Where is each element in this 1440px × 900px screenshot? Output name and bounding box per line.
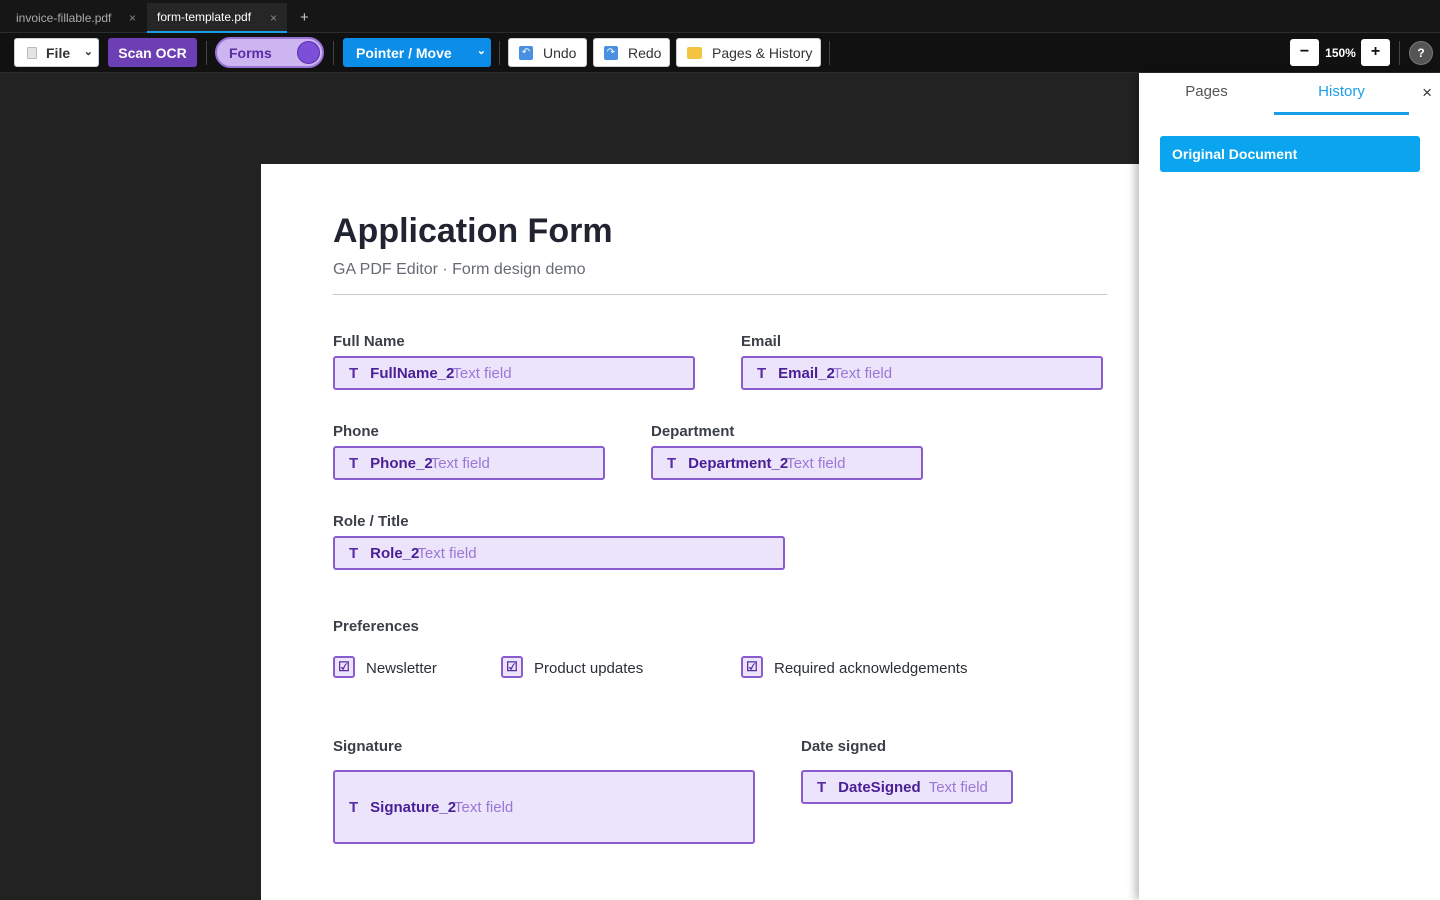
close-icon[interactable]: × <box>270 11 277 25</box>
text-field-icon: T <box>817 778 827 796</box>
toolbar-divider <box>499 41 500 65</box>
history-item[interactable]: Original Document <box>1160 136 1420 172</box>
chevron-down-icon: ⌄ <box>476 45 486 57</box>
pages-history-button[interactable]: Pages & History <box>676 38 821 67</box>
tool-mode-label: Pointer / Move <box>356 44 452 61</box>
toolbar-divider <box>1399 41 1400 65</box>
form-field-full-name[interactable]: T FullName_2 Text field <box>333 356 695 390</box>
redo-button[interactable]: ↷ Redo <box>593 38 670 67</box>
tab-history[interactable]: History <box>1274 73 1409 115</box>
section-heading-preferences: Preferences <box>333 618 419 635</box>
field-label-email: Email <box>741 333 782 350</box>
text-field-icon: T <box>349 454 359 472</box>
toolbar-divider <box>829 41 830 65</box>
field-name: Signature_2 <box>370 798 457 816</box>
undo-label: Undo <box>543 44 577 61</box>
tab-invoice-fillable[interactable]: invoice-fillable.pdf × <box>0 3 146 33</box>
folder-icon <box>687 46 702 59</box>
field-placeholder: Text field <box>452 364 512 382</box>
scan-ocr-button[interactable]: Scan OCR <box>108 38 197 67</box>
toolbar-divider <box>333 41 334 65</box>
file-label: File <box>46 44 71 61</box>
tool-mode-select[interactable]: Pointer / Move ⌄ <box>343 38 491 67</box>
redo-icon: ↷ <box>604 45 618 60</box>
toggle-knob <box>297 41 320 64</box>
form-field-email[interactable]: T Email_2 Text field <box>741 356 1103 390</box>
field-name: DateSigned <box>838 778 921 796</box>
field-name: Phone_2 <box>370 454 433 472</box>
form-field-signature[interactable]: T Signature_2 Text field <box>333 770 755 844</box>
field-placeholder: Text field <box>454 798 514 816</box>
undo-icon: ↶ <box>519 45 533 60</box>
field-name: Department_2 <box>688 454 789 472</box>
zoom-out-button[interactable]: − <box>1290 39 1319 66</box>
page-subtitle: GA PDF Editor · Form design demo <box>333 261 586 278</box>
undo-button[interactable]: ↶ Undo <box>508 38 587 67</box>
close-icon[interactable]: × <box>129 11 136 25</box>
divider <box>333 294 1107 295</box>
checkbox-newsletter[interactable]: ☑ <box>333 656 355 678</box>
field-placeholder: Text field <box>786 454 846 472</box>
field-label-role: Role / Title <box>333 513 409 530</box>
zoom-level: 150% <box>1325 46 1356 60</box>
field-label-phone: Phone <box>333 423 379 440</box>
checkbox-label-product-updates: Product updates <box>534 660 644 677</box>
form-field-role[interactable]: T Role_2 Text field <box>333 536 785 570</box>
new-tab-button[interactable]: + <box>300 9 309 26</box>
field-name: FullName_2 <box>370 364 455 382</box>
tab-label: form-template.pdf <box>157 10 252 24</box>
file-icon <box>27 46 37 59</box>
file-menu-button[interactable]: File ⌄ <box>14 38 99 67</box>
field-placeholder: Text field <box>928 778 988 796</box>
form-field-phone[interactable]: T Phone_2 Text field <box>333 446 605 480</box>
field-name: Role_2 <box>370 544 420 562</box>
text-field-icon: T <box>757 364 767 382</box>
pages-history-label: Pages & History <box>712 44 813 61</box>
tab-pages[interactable]: Pages <box>1139 73 1274 115</box>
document-page: Application Form GA PDF Editor · Form de… <box>261 164 1141 900</box>
help-button[interactable]: ? <box>1409 41 1433 65</box>
checkbox-required-acknowledgements[interactable]: ☑ <box>741 656 763 678</box>
field-label-department: Department <box>651 423 735 440</box>
field-label-full-name: Full Name <box>333 333 405 350</box>
checkbox-label-required-acknowledgements: Required acknowledgements <box>774 660 968 677</box>
page-title: Application Form <box>333 212 613 250</box>
chevron-down-icon: ⌄ <box>83 46 93 58</box>
tab-form-template[interactable]: form-template.pdf × <box>147 3 287 33</box>
toolbar-divider <box>206 41 207 65</box>
field-placeholder: Text field <box>832 364 893 382</box>
field-placeholder: Text field <box>430 454 490 472</box>
field-label-signature: Signature <box>333 738 403 755</box>
field-placeholder: Text field <box>417 544 477 562</box>
text-field-icon: T <box>349 364 359 382</box>
document-tab-bar: invoice-fillable.pdf × form-template.pdf… <box>0 0 1440 33</box>
redo-label: Redo <box>628 44 662 61</box>
form-field-date-signed[interactable]: T DateSigned Text field <box>801 770 1013 804</box>
tab-label: invoice-fillable.pdf <box>16 11 112 25</box>
pages-history-panel: Pages History × Original Document <box>1139 73 1440 900</box>
form-field-department[interactable]: T Department_2 Text field <box>651 446 923 480</box>
text-field-icon: T <box>349 544 359 562</box>
forms-toggle-label: Forms <box>229 45 272 61</box>
checkbox-product-updates[interactable]: ☑ <box>501 656 523 678</box>
forms-toggle[interactable]: Forms <box>215 37 324 68</box>
zoom-in-button[interactable]: + <box>1361 39 1390 66</box>
toolbar: File ⌄ Scan OCR Forms Pointer / Move ⌄ ↶… <box>0 33 1440 73</box>
text-field-icon: T <box>349 798 359 816</box>
field-label-date-signed: Date signed <box>801 738 887 755</box>
field-name: Email_2 <box>778 364 835 382</box>
close-icon[interactable]: × <box>1422 83 1432 103</box>
checkbox-label-newsletter: Newsletter <box>366 660 437 677</box>
text-field-icon: T <box>667 454 677 472</box>
